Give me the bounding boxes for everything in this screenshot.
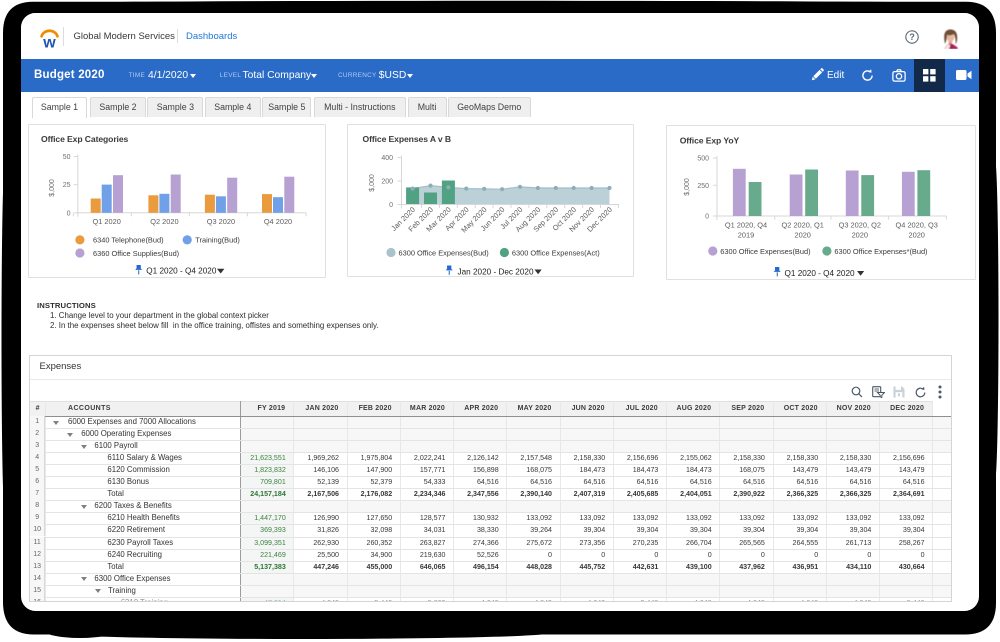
svg-text:Q3 2020, Q2: Q3 2020, Q2 xyxy=(839,221,881,230)
svg-text:2020: 2020 xyxy=(794,231,810,240)
svg-text:500: 500 xyxy=(697,156,709,163)
svg-text:6360 Office Supplies(Bud): 6360 Office Supplies(Bud) xyxy=(93,249,179,258)
svg-text:400: 400 xyxy=(381,155,393,162)
svg-text:0: 0 xyxy=(67,210,71,217)
svg-text:?: ? xyxy=(909,32,914,42)
svg-text:Office Expenses A v B: Office Expenses A v B xyxy=(363,134,452,144)
svg-text:0: 0 xyxy=(705,214,709,221)
svg-text:Office Exp YoY: Office Exp YoY xyxy=(680,136,740,146)
svg-text:6300 Office Expenses*(Bud): 6300 Office Expenses*(Bud) xyxy=(834,247,927,256)
svg-text:Q4 2020, Q3: Q4 2020, Q3 xyxy=(896,221,938,230)
svg-text:2019: 2019 xyxy=(738,231,754,240)
svg-text:2020: 2020 xyxy=(908,231,924,240)
svg-text:2020: 2020 xyxy=(852,231,868,240)
svg-text:Q2 2020, Q1: Q2 2020, Q1 xyxy=(782,221,824,230)
svg-text:200: 200 xyxy=(381,179,393,186)
svg-text:6340 Telephone(Bud): 6340 Telephone(Bud) xyxy=(93,236,164,245)
svg-text:Jan 2020 - Dec 2020: Jan 2020 - Dec 2020 xyxy=(458,268,534,277)
svg-text:w: w xyxy=(42,34,56,50)
svg-text:Q4 2020: Q4 2020 xyxy=(264,217,292,226)
svg-text:Q2 2020: Q2 2020 xyxy=(150,217,178,226)
svg-text:25: 25 xyxy=(63,182,71,189)
svg-text:Q1 2020, Q4: Q1 2020, Q4 xyxy=(725,221,767,230)
svg-text:$,000: $,000 xyxy=(369,174,376,192)
svg-text:6300 Office Expenses(Bud): 6300 Office Expenses(Bud) xyxy=(720,247,810,256)
svg-text:Q1 2020: Q1 2020 xyxy=(93,217,121,226)
svg-text:0: 0 xyxy=(389,202,393,209)
svg-text:6300 Office Expenses(Act): 6300 Office Expenses(Act) xyxy=(512,248,600,257)
svg-text:250: 250 xyxy=(697,183,709,190)
svg-text:Q1 2020 - Q4 2020: Q1 2020 - Q4 2020 xyxy=(146,267,217,276)
svg-text:Q1 2020 - Q4 2020: Q1 2020 - Q4 2020 xyxy=(785,269,856,278)
svg-text:Office Exp Categories: Office Exp Categories xyxy=(41,134,129,144)
svg-text:Q3 2020: Q3 2020 xyxy=(207,217,235,226)
svg-text:Training(Bud): Training(Bud) xyxy=(195,236,240,245)
svg-text:$,000: $,000 xyxy=(49,179,56,197)
svg-text:6300 Office Expenses(Bud): 6300 Office Expenses(Bud) xyxy=(399,248,489,257)
svg-text:50: 50 xyxy=(63,154,71,161)
svg-text:$,000: $,000 xyxy=(684,178,691,196)
